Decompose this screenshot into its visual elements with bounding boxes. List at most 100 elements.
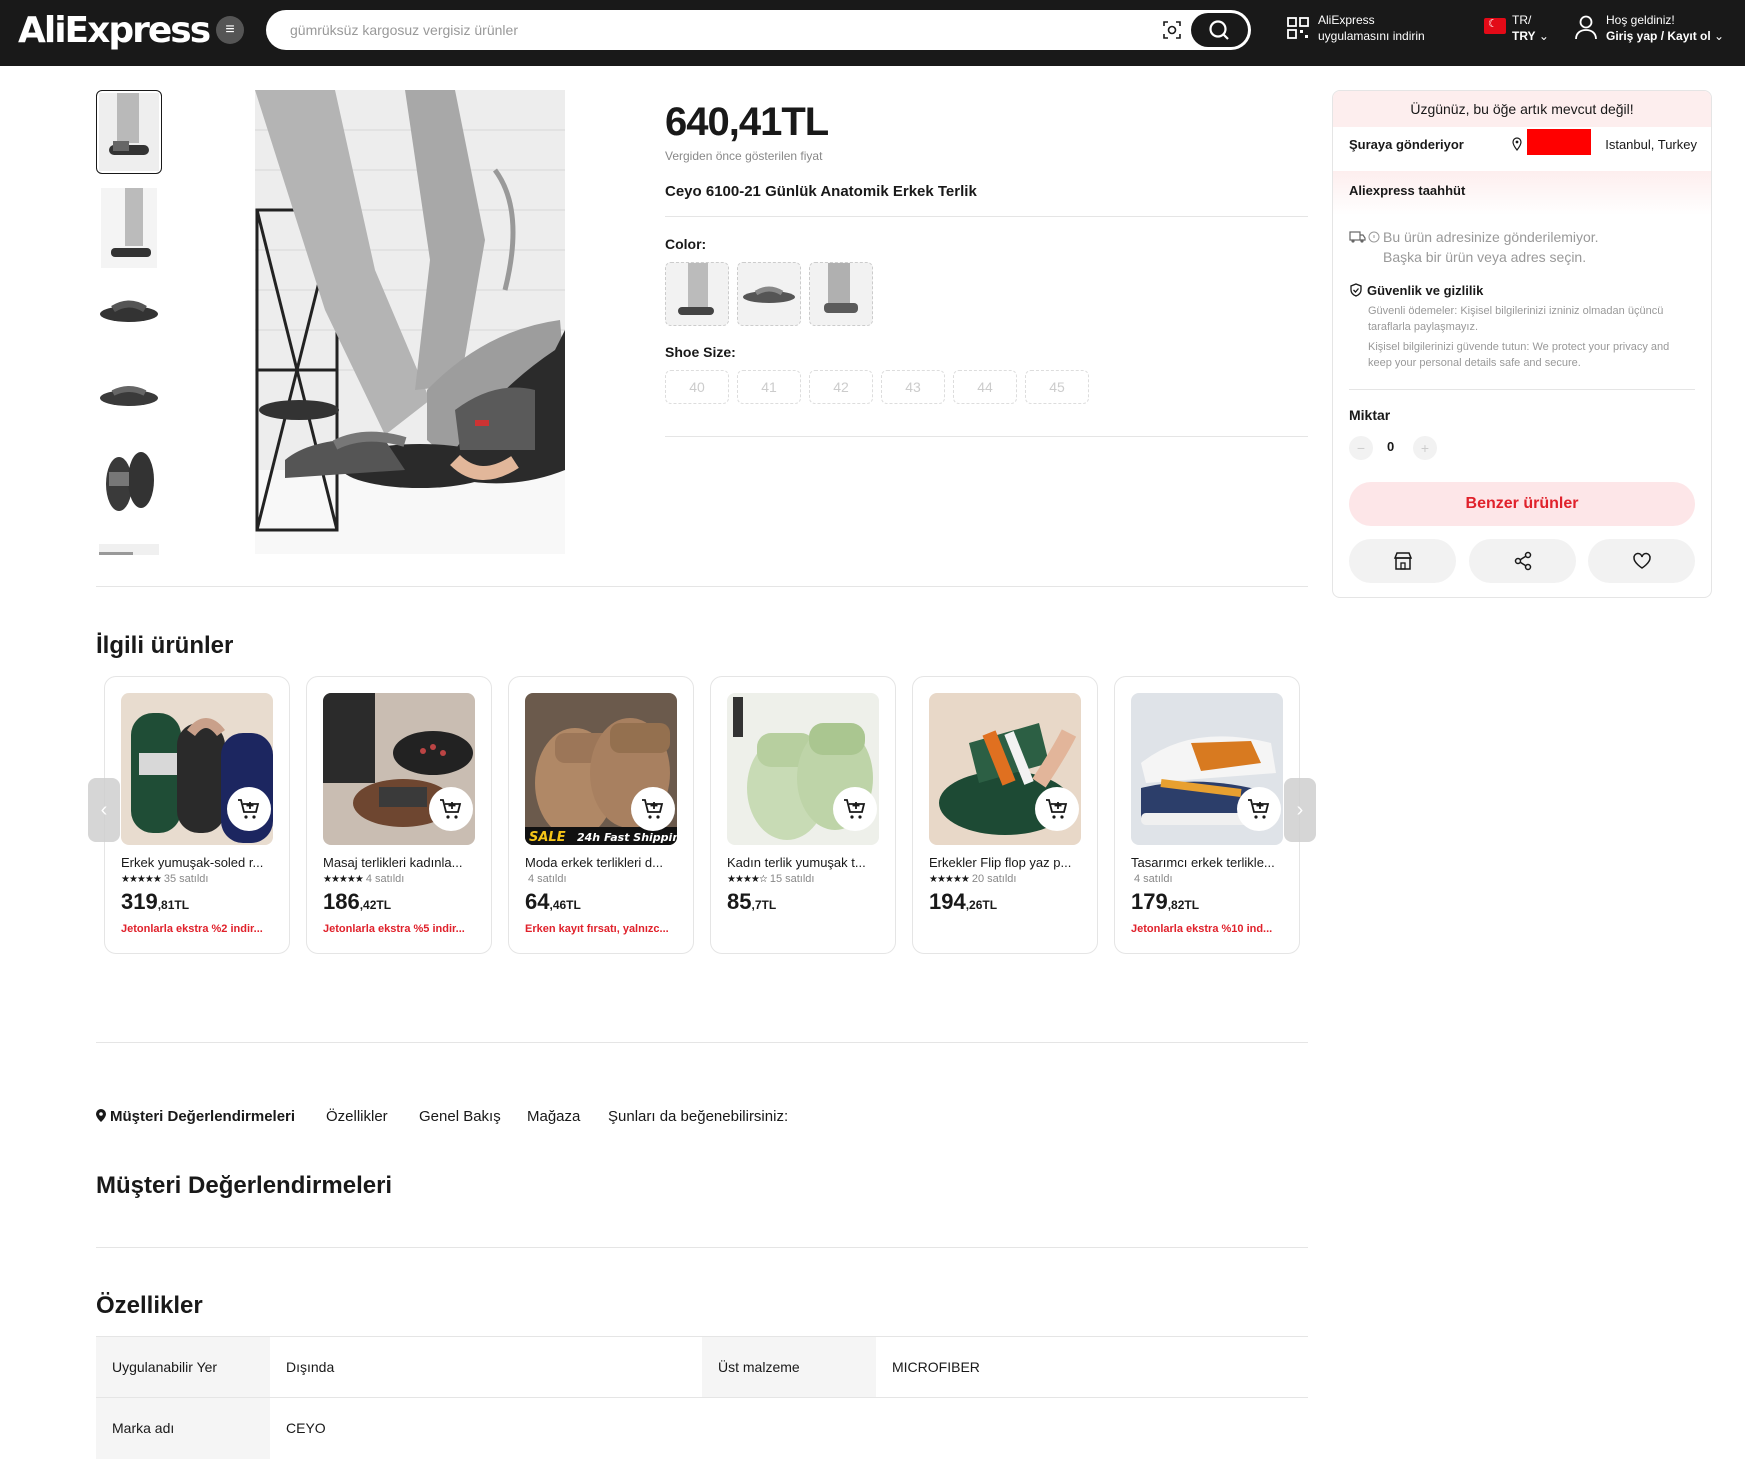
add-to-cart-button[interactable]	[631, 787, 675, 831]
chevron-right-icon: ›	[1296, 799, 1304, 821]
quantity-value[interactable]: 0	[1387, 439, 1394, 454]
tab-store[interactable]: Mağaza	[527, 1108, 580, 1125]
color-option[interactable]	[737, 262, 801, 326]
share-icon	[1514, 551, 1531, 571]
add-to-cart-button[interactable]	[227, 787, 271, 831]
menu-icon[interactable]: ≡	[216, 16, 244, 44]
price-note: Vergiden önce gösterilen fiyat	[665, 149, 823, 163]
search-input[interactable]	[290, 10, 1150, 50]
spec-key: Uygulanabilir Yer	[96, 1337, 270, 1398]
tab-overview[interactable]: Genel Bakış	[419, 1108, 501, 1125]
ship-city: Istanbul, Turkey	[1605, 137, 1697, 152]
carousel-next-button[interactable]: ›	[1284, 778, 1316, 842]
thumbnail-image[interactable]	[96, 522, 162, 555]
rating-stars: ★★★★☆	[727, 874, 768, 885]
thumbnail-image[interactable]	[96, 270, 162, 354]
chevron-left-icon: ‹	[100, 799, 108, 821]
size-option[interactable]: 44	[953, 370, 1017, 404]
product-card-name: Erkek yumuşak-soled r...	[121, 855, 264, 870]
size-option[interactable]: 40	[665, 370, 729, 404]
add-to-cart-icon	[1046, 799, 1068, 819]
add-to-cart-icon	[238, 799, 260, 819]
account-menu[interactable]: Hoş geldiniz! Giriş yap / Kayıt ol ⌄	[1606, 12, 1724, 44]
size-option[interactable]: 41	[737, 370, 801, 404]
share-button[interactable]	[1469, 539, 1576, 583]
add-to-cart-button[interactable]	[1237, 787, 1281, 831]
language-label: TR/	[1512, 13, 1532, 27]
store-button[interactable]	[1349, 539, 1456, 583]
product-card-rating: ★★★★☆ 15 satıldı	[727, 873, 814, 885]
similar-products-button[interactable]: Benzer ürünler	[1349, 482, 1695, 526]
search-icon	[1209, 20, 1229, 40]
unavailable-banner: Üzgünüz, bu öğe artık mevcut değil!	[1333, 91, 1711, 127]
product-card[interactable]: Tasarımcı erkek terlikle... 4 satıldı 17…	[1114, 676, 1300, 954]
color-option[interactable]	[665, 262, 729, 326]
sold-count: 4 satıldı	[1134, 873, 1173, 885]
user-icon[interactable]	[1574, 14, 1598, 40]
product-card-rating: ★★★★★ 35 satıldı	[121, 873, 208, 885]
reviews-heading: Müşteri Değerlendirmeleri	[96, 1172, 393, 1199]
thumbnail-image[interactable]	[96, 90, 162, 174]
ship-to-label: Şuraya gönderiyor	[1349, 137, 1464, 152]
spec-row: Marka adı CEYO	[96, 1397, 1308, 1459]
product-card[interactable]: Kadın terlik yumuşak t... ★★★★☆ 15 satıld…	[710, 676, 896, 954]
product-card-rating: ★★★★★ 4 satıldı	[323, 873, 404, 885]
main-product-image[interactable]	[255, 90, 565, 554]
product-card-promo: Erken kayıt fırsatı, yalnızc...	[525, 923, 669, 935]
quantity-decrease-button[interactable]: −	[1349, 436, 1373, 460]
chevron-down-icon: ⌄	[1714, 29, 1725, 43]
add-to-cart-button[interactable]	[833, 787, 877, 831]
spec-value: CEYO	[286, 1420, 326, 1436]
search-bar	[266, 10, 1251, 50]
signin-link[interactable]: Giriş yap / Kayıt ol	[1606, 29, 1711, 43]
tab-label: Müşteri Değerlendirmeleri	[110, 1108, 296, 1125]
quantity-increase-button[interactable]: +	[1413, 436, 1437, 460]
language-currency-selector[interactable]: TR/ TRY ⌄	[1512, 12, 1549, 44]
wishlist-button[interactable]	[1588, 539, 1695, 583]
carousel-prev-button[interactable]: ‹	[88, 778, 120, 842]
price-decimal: ,7TL	[751, 898, 777, 912]
thumbnail-image[interactable]	[96, 186, 162, 270]
add-to-cart-button[interactable]	[1035, 787, 1079, 831]
tab-specifications[interactable]: Özellikler	[326, 1108, 388, 1125]
product-card[interactable]: Erkek yumuşak-soled r... ★★★★★ 35 satıldı…	[104, 676, 290, 954]
thumbnail-image[interactable]	[96, 438, 162, 522]
specifications-heading: Özellikler	[96, 1292, 203, 1319]
price-decimal: ,46TL	[549, 898, 581, 912]
search-button[interactable]	[1191, 13, 1248, 47]
color-label: Color:	[665, 236, 707, 252]
price-integer: 64	[525, 889, 550, 914]
add-to-cart-icon	[642, 799, 664, 819]
size-option[interactable]: 43	[881, 370, 945, 404]
divider	[665, 436, 1308, 437]
rating-stars: ★★★★★	[323, 874, 364, 885]
camera-search-icon[interactable]	[1162, 20, 1182, 40]
sold-count: 15 satıldı	[769, 873, 815, 885]
tab-reviews[interactable]: Müşteri Değerlendirmeleri	[96, 1108, 295, 1125]
product-card[interactable]: SALE 24h Fast Shipping Moda erkek terlikl…	[508, 676, 694, 954]
product-card[interactable]: Erkekler Flip flop yaz p... ★★★★★ 20 satı…	[912, 676, 1098, 954]
currency-label: TRY	[1512, 29, 1536, 43]
tab-you-may-like[interactable]: Şunları da beğenebilirsiniz:	[608, 1108, 788, 1125]
shield-icon	[1350, 283, 1362, 297]
aliexpress-logo[interactable]: AliExpress	[18, 10, 211, 51]
product-card-promo: Jetonlarla ekstra %10 ind...	[1131, 923, 1273, 935]
qr-code-icon[interactable]	[1286, 16, 1310, 40]
divider	[96, 1247, 1308, 1248]
price-decimal: ,26TL	[965, 898, 998, 912]
color-option[interactable]	[809, 262, 873, 326]
truck-icon	[1349, 231, 1380, 243]
product-card-name: Kadın terlik yumuşak t...	[727, 855, 866, 870]
quantity-label: Miktar	[1349, 407, 1391, 423]
size-option[interactable]: 45	[1025, 370, 1089, 404]
thumbnail-image[interactable]	[96, 354, 162, 438]
app-download-link[interactable]: AliExpress uygulamasını indirin	[1318, 12, 1438, 44]
add-to-cart-button[interactable]	[429, 787, 473, 831]
spec-key: Marka adı	[96, 1398, 270, 1459]
purchase-panel: Üzgünüz, bu öğe artık mevcut değil! Şura…	[1332, 90, 1712, 598]
size-option[interactable]: 42	[809, 370, 873, 404]
top-header: AliExpress ≡ AliExpress uygulamasını ind…	[0, 0, 1745, 66]
shipping-destination[interactable]: Şuraya gönderiyor Istanbul, Turkey	[1349, 129, 1697, 155]
product-card-price: 179,82TL	[1131, 889, 1199, 915]
product-card[interactable]: Masaj terlikleri kadınla... ★★★★★ 4 satıl…	[306, 676, 492, 954]
